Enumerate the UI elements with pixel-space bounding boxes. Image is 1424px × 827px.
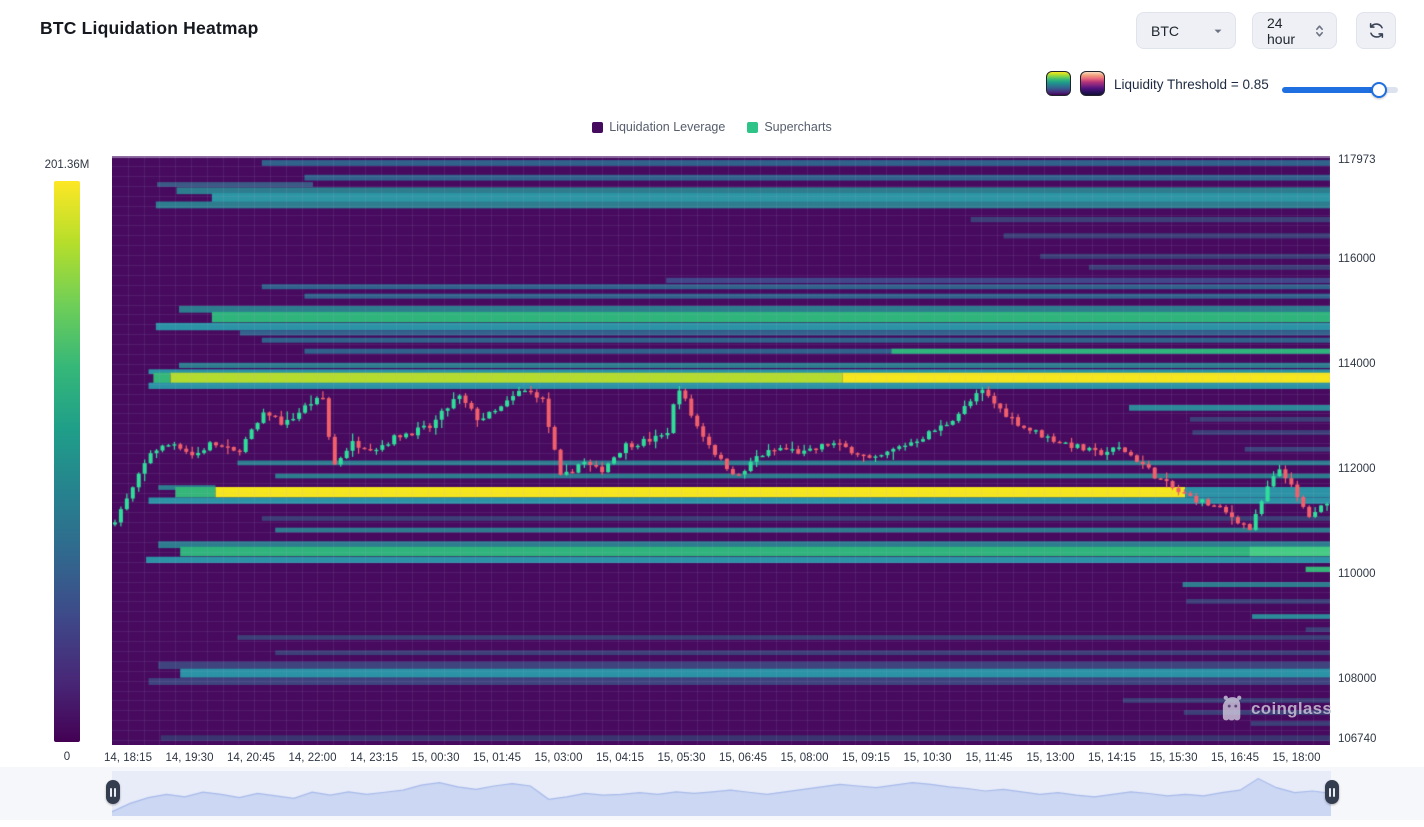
price-tick-label: 108000 xyxy=(1338,673,1376,685)
time-tick-label: 15, 05:30 xyxy=(658,752,706,764)
time-tick-label: 15, 03:00 xyxy=(535,752,583,764)
time-tick-label: 14, 18:15 xyxy=(104,752,152,764)
time-axis: 14, 18:1514, 19:3014, 20:4514, 22:0014, … xyxy=(112,752,1330,768)
time-tick-label: 15, 00:30 xyxy=(412,752,460,764)
range-navigator[interactable] xyxy=(112,771,1331,816)
page-title: BTC Liquidation Heatmap xyxy=(40,18,259,39)
price-tick-label: 106740 xyxy=(1338,733,1376,745)
legend-item-supercharts[interactable]: Supercharts xyxy=(747,120,831,134)
legend-chip-green xyxy=(747,122,758,133)
chart-legend: Liquidation Leverage Supercharts xyxy=(0,120,1424,134)
viridis-palette-swatch[interactable] xyxy=(1046,71,1071,96)
price-tick-label: 117973 xyxy=(1338,154,1376,166)
refresh-button[interactable] xyxy=(1356,12,1396,49)
time-tick-label: 15, 13:00 xyxy=(1027,752,1075,764)
navigator-right-handle[interactable] xyxy=(1325,780,1339,804)
price-tick-label: 110000 xyxy=(1338,568,1376,580)
pause-bars-icon xyxy=(1329,788,1331,797)
time-tick-label: 15, 01:45 xyxy=(473,752,521,764)
interval-select[interactable]: 24 hour xyxy=(1252,12,1337,49)
legend-label: Liquidation Leverage xyxy=(609,120,725,134)
symbol-select-value: BTC xyxy=(1151,23,1179,39)
price-tick-label: 112000 xyxy=(1338,463,1376,475)
slider-fill xyxy=(1282,87,1379,93)
magma-palette-swatch[interactable] xyxy=(1080,71,1105,96)
legend-label: Supercharts xyxy=(764,120,831,134)
price-tick-label: 114000 xyxy=(1338,358,1376,370)
time-tick-label: 15, 10:30 xyxy=(904,752,952,764)
time-tick-label: 14, 23:15 xyxy=(350,752,398,764)
time-tick-label: 14, 22:00 xyxy=(289,752,337,764)
colorbar-gradient xyxy=(54,181,80,742)
stepper-updown-icon xyxy=(1313,23,1326,39)
navigator-left-handle[interactable] xyxy=(106,780,120,804)
refresh-icon xyxy=(1367,21,1386,40)
interval-select-value: 24 hour xyxy=(1267,15,1313,47)
price-axis: 117973 116000 114000 112000 110000 108000 1067… xyxy=(1338,156,1418,745)
time-tick-label: 15, 11:45 xyxy=(965,752,1012,764)
slider-thumb[interactable] xyxy=(1371,82,1387,98)
price-tick-label: 116000 xyxy=(1338,253,1376,265)
navigator-canvas[interactable] xyxy=(112,771,1331,816)
time-tick-label: 14, 20:45 xyxy=(227,752,275,764)
time-tick-label: 15, 06:45 xyxy=(719,752,767,764)
liquidity-threshold-slider[interactable] xyxy=(1282,82,1396,98)
legend-item-liquidation-leverage[interactable]: Liquidation Leverage xyxy=(592,120,725,134)
time-tick-label: 14, 19:30 xyxy=(166,752,214,764)
heatmap-plot-area[interactable] xyxy=(112,156,1330,745)
liquidation-heatmap-app: BTC Liquidation Heatmap BTC 24 hour Liqu… xyxy=(0,0,1424,827)
pause-bars-icon xyxy=(110,788,112,797)
colorbar-max-label: 201.36M xyxy=(20,159,114,171)
time-tick-label: 15, 04:15 xyxy=(596,752,644,764)
time-tick-label: 15, 15:30 xyxy=(1150,752,1198,764)
time-tick-label: 15, 14:15 xyxy=(1088,752,1136,764)
time-tick-label: 15, 09:15 xyxy=(842,752,890,764)
symbol-select[interactable]: BTC xyxy=(1136,12,1236,49)
heatmap-canvas[interactable] xyxy=(112,156,1330,745)
caret-down-icon xyxy=(1211,24,1225,38)
legend-chip-purple xyxy=(592,122,603,133)
liquidity-threshold-label: Liquidity Threshold = 0.85 xyxy=(1114,77,1270,92)
time-tick-label: 15, 18:00 xyxy=(1273,752,1321,764)
colorbar-min-label: 0 xyxy=(20,751,114,763)
time-tick-label: 15, 16:45 xyxy=(1211,752,1259,764)
time-tick-label: 15, 08:00 xyxy=(781,752,829,764)
